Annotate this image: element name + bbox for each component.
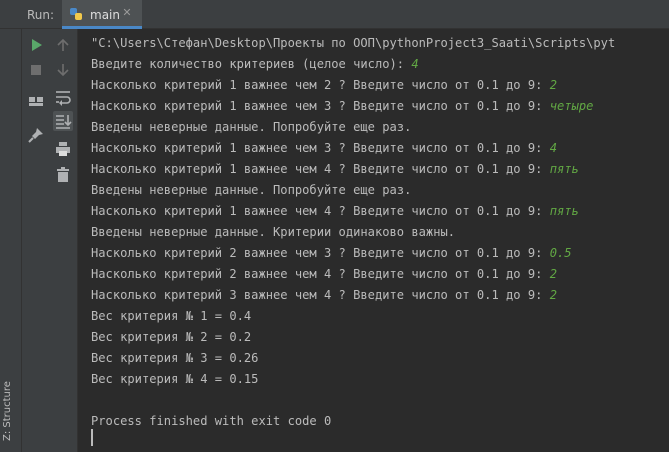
user-input: четыре bbox=[549, 99, 594, 113]
user-input: 4 bbox=[411, 57, 419, 71]
layout-icon[interactable] bbox=[26, 92, 46, 112]
user-input: 2 bbox=[549, 78, 557, 92]
print-icon[interactable] bbox=[53, 139, 73, 159]
console-line: Process finished with exit code 0 bbox=[91, 411, 331, 432]
console-text: Насколько критерий 1 важнее чем 4 ? Введ… bbox=[91, 162, 550, 176]
pin-icon[interactable] bbox=[26, 125, 46, 145]
user-input: 4 bbox=[549, 141, 557, 155]
console-text: Насколько критерий 2 важнее чем 4 ? Введ… bbox=[91, 267, 550, 281]
console-line: Вес критерия № 4 = 0.15 bbox=[91, 369, 258, 390]
text-cursor bbox=[91, 429, 93, 446]
trash-icon[interactable] bbox=[53, 165, 73, 185]
console-text: Насколько критерий 1 важнее чем 3 ? Введ… bbox=[91, 141, 550, 155]
console-line: Введены неверные данные. Попробуйте еще … bbox=[91, 117, 411, 138]
console-text: Process finished with exit code 0 bbox=[91, 414, 332, 428]
console-text: Насколько критерий 1 важнее чем 3 ? Введ… bbox=[91, 99, 550, 113]
console-line: Насколько критерий 3 важнее чем 4 ? Введ… bbox=[91, 285, 557, 306]
soft-wrap-icon[interactable] bbox=[53, 87, 73, 107]
console-text: Насколько критерий 1 важнее чем 4 ? Введ… bbox=[91, 204, 550, 218]
console-output[interactable]: "C:\Users\Стефан\Desktop\Проекты по ООП\… bbox=[79, 29, 669, 452]
console-text: Насколько критерий 3 важнее чем 4 ? Введ… bbox=[91, 288, 550, 302]
console-text: Насколько критерий 1 важнее чем 2 ? Введ… bbox=[91, 78, 550, 92]
python-icon bbox=[70, 8, 82, 20]
user-input: 0.5 bbox=[549, 246, 572, 260]
user-input: 2 bbox=[549, 267, 557, 281]
console-line: Насколько критерий 1 важнее чем 2 ? Введ… bbox=[91, 75, 557, 96]
console-text: Введены неверные данные. Попробуйте еще … bbox=[91, 183, 412, 197]
user-input: пять bbox=[549, 162, 579, 176]
console-text: Введите количество критериев (целое числ… bbox=[91, 57, 412, 71]
run-tool-column bbox=[22, 29, 78, 452]
console-text: Вес критерия № 2 = 0.2 bbox=[91, 330, 252, 344]
console-line: Насколько критерий 1 важнее чем 3 ? Введ… bbox=[91, 96, 593, 117]
structure-tool-window[interactable]: Z: Structure bbox=[2, 381, 13, 441]
tab-label: main bbox=[90, 8, 120, 22]
play-icon[interactable] bbox=[26, 35, 46, 55]
arrow-down-icon[interactable] bbox=[53, 60, 73, 80]
console-text: "C:\Users\Стефан\Desktop\Проекты по ООП\… bbox=[91, 36, 616, 50]
close-icon[interactable]: ✕ bbox=[120, 6, 134, 20]
scroll-to-end-icon[interactable] bbox=[53, 111, 73, 131]
run-toolbar: Run: main ✕ bbox=[0, 0, 669, 29]
console-line: Введены неверные данные. Попробуйте еще … bbox=[91, 180, 411, 201]
console-text: Введены неверные данные. Попробуйте еще … bbox=[91, 120, 412, 134]
user-input: пять bbox=[549, 204, 579, 218]
console-text: Введены неверные данные. Критерии одинак… bbox=[91, 225, 456, 239]
run-label: Run: bbox=[27, 8, 55, 22]
tab-main[interactable]: main ✕ bbox=[62, 0, 142, 29]
console-line: Насколько критерий 1 важнее чем 4 ? Введ… bbox=[91, 201, 579, 222]
console-line: Насколько критерий 1 важнее чем 3 ? Введ… bbox=[91, 138, 557, 159]
console-line: "C:\Users\Стефан\Desktop\Проекты по ООП\… bbox=[91, 33, 615, 54]
console-line: Введены неверные данные. Критерии одинак… bbox=[91, 222, 455, 243]
console-line: Вес критерия № 3 = 0.26 bbox=[91, 348, 258, 369]
console-text: Вес критерия № 3 = 0.26 bbox=[91, 351, 259, 365]
console-line: Введите количество критериев (целое числ… bbox=[91, 54, 419, 75]
console-text: Вес критерия № 4 = 0.15 bbox=[91, 372, 259, 386]
left-tool-strip: Z: Structure bbox=[0, 29, 22, 452]
console-line: Насколько критерий 1 важнее чем 4 ? Введ… bbox=[91, 159, 579, 180]
user-input: 2 bbox=[549, 288, 557, 302]
stop-icon[interactable] bbox=[26, 60, 46, 80]
console-line: Насколько критерий 2 важнее чем 3 ? Введ… bbox=[91, 243, 572, 264]
arrow-up-icon[interactable] bbox=[53, 35, 73, 55]
console-line: Насколько критерий 2 важнее чем 4 ? Введ… bbox=[91, 264, 557, 285]
console-text: Насколько критерий 2 важнее чем 3 ? Введ… bbox=[91, 246, 550, 260]
console-line: Вес критерия № 2 = 0.2 bbox=[91, 327, 251, 348]
console-text: Вес критерия № 1 = 0.4 bbox=[91, 309, 252, 323]
console-line: Вес критерия № 1 = 0.4 bbox=[91, 306, 251, 327]
